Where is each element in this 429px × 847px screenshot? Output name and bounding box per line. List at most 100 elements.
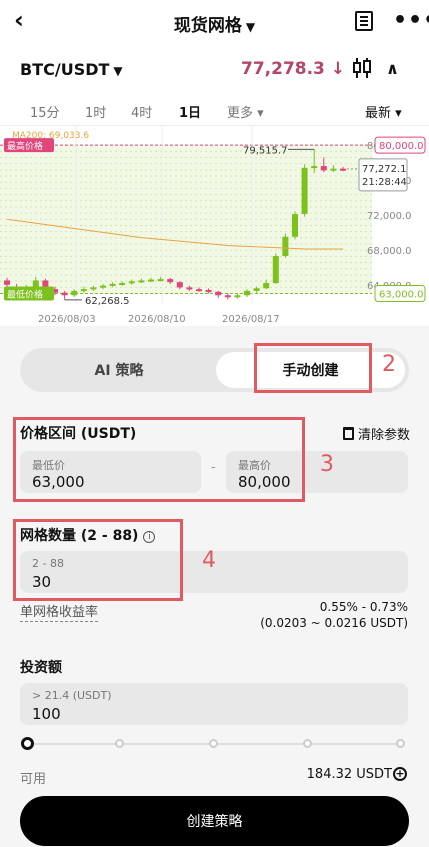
clear-params-button[interactable]: 清除参数 <box>343 424 410 443</box>
annotation-label-2: 2 <box>382 352 396 377</box>
latest-selector[interactable]: 最新 ▾ <box>365 102 402 121</box>
more-icon[interactable]: ••• <box>393 8 429 33</box>
max-price-placeholder: 最高价 <box>238 459 271 472</box>
x-tick-label: 2026/08/10 <box>128 314 186 325</box>
min-price-value: 63,000 <box>32 473 85 491</box>
y-tick-label: 72,000.0 <box>367 211 412 222</box>
price-down-arrow-icon: ↓ <box>330 59 346 79</box>
tab-more[interactable]: 更多 ▾ <box>227 102 264 121</box>
per-grid-yield-usdt: (0.0203 ~ 0.0216 USDT) <box>260 616 408 630</box>
tab-1d[interactable]: 1日 <box>179 102 201 121</box>
y-tick-label: 68,000.0 <box>367 246 412 257</box>
x-tick-label: 2026/08/17 <box>222 314 280 325</box>
create-strategy-button[interactable]: 创建策略 <box>20 796 409 846</box>
candle-body <box>205 290 212 293</box>
candle-body <box>157 279 164 282</box>
investment-placeholder: > 21.4 (USDT) <box>32 689 112 702</box>
timeframe-bar: 15分 1时 4时 1日 更多 ▾ 最新 ▾ <box>0 94 429 126</box>
top-bar: ‹ 现货网格▼ ••• <box>0 0 429 44</box>
peak-price-label: 79,515.7 <box>243 145 288 156</box>
max-price-value: 80,000 <box>238 473 291 491</box>
low-price-box-label: 63,000.0 <box>379 290 424 301</box>
pair-selector[interactable]: BTC/USDT ▼ <box>20 60 123 79</box>
candle-body <box>61 292 68 296</box>
candle-body <box>263 283 270 289</box>
candle-body <box>167 279 174 283</box>
slider-mark-75[interactable] <box>303 739 312 748</box>
investment-input[interactable]: > 21.4 (USDT) 100 <box>20 683 408 725</box>
range-separator: - <box>211 460 216 475</box>
book-icon[interactable] <box>355 11 373 31</box>
candle-body <box>71 290 78 296</box>
grid-count-title: 网格数量 (2 - 88) i <box>20 525 156 545</box>
candle-body <box>128 281 135 284</box>
grid-count-value: 30 <box>32 573 52 591</box>
candle-body <box>109 283 116 286</box>
min-price-input[interactable]: 最低价 63,000 <box>20 451 201 493</box>
candle-body <box>100 285 106 288</box>
annotation-label-4: 4 <box>202 548 216 573</box>
low-price-tag-label: 最低价格 <box>7 289 43 301</box>
candle-body <box>244 290 250 296</box>
candle-body <box>90 287 97 290</box>
candlestick-icon[interactable] <box>351 56 373 80</box>
per-grid-yield-pct: 0.55% - 0.73% <box>319 600 408 614</box>
collapse-chevron-icon[interactable]: ∧ <box>386 59 399 78</box>
candle-body <box>234 295 241 298</box>
candle-body <box>311 166 318 169</box>
available-value: 184.32 USDT <box>306 767 392 782</box>
price-range-title: 价格区间 (USDT) <box>20 426 137 442</box>
grid-count-placeholder: 2 - 88 <box>32 557 64 570</box>
candle-body <box>215 291 222 296</box>
candle-body <box>272 255 279 284</box>
strategy-tabs: AI 策略 手动创建 <box>20 348 409 392</box>
candle-body <box>320 166 327 171</box>
candle-body <box>330 168 337 171</box>
tab-ai-strategy[interactable]: AI 策略 <box>24 352 214 388</box>
pair-caret-icon: ▼ <box>113 64 123 78</box>
pair-bar: BTC/USDT ▼ 77,278.3 ↓ ∧ <box>0 44 429 94</box>
tab-manual-create[interactable]: 手动创建 <box>216 352 405 388</box>
slider-mark-50[interactable] <box>209 739 218 748</box>
x-tick-label: 2026/08/03 <box>38 314 96 325</box>
investment-value: 100 <box>32 705 61 723</box>
page-title-text: 现货网格 <box>173 16 242 36</box>
candle-body <box>301 167 308 215</box>
investment-slider-handle[interactable] <box>21 737 34 750</box>
last-price-value: 77,278.3 <box>241 59 325 79</box>
tab-1h[interactable]: 1时 <box>85 102 106 121</box>
high-price-tag-label: 最高价格 <box>7 140 43 152</box>
info-icon[interactable]: i <box>143 531 156 543</box>
clear-params-label: 清除参数 <box>358 428 411 443</box>
candle-body <box>176 282 183 288</box>
min-price-placeholder: 最低价 <box>32 459 65 472</box>
pair-symbol: BTC/USDT <box>20 60 110 79</box>
per-grid-yield-label[interactable]: 单网格收益率 <box>20 601 99 622</box>
candle-body <box>196 289 202 292</box>
candle-body <box>4 280 10 285</box>
tab-15m[interactable]: 15分 <box>30 102 60 121</box>
title-caret-icon: ▼ <box>245 20 256 34</box>
current-price-label: 77,272.1 <box>362 164 407 175</box>
candle-body <box>340 168 346 171</box>
candle-body <box>186 287 193 290</box>
candle-body <box>224 295 231 298</box>
candle-body <box>292 214 298 237</box>
trough-price-label: 62,268.5 <box>85 296 130 307</box>
tab-4h[interactable]: 4时 <box>131 102 152 121</box>
slider-mark-100[interactable] <box>396 739 405 748</box>
chart-canvas: 80,000.076,000.072,000.068,000.064,000.0… <box>0 126 426 325</box>
candle-body <box>138 280 145 283</box>
slider-mark-25[interactable] <box>115 739 124 748</box>
investment-title: 投资额 <box>20 660 62 676</box>
max-price-input[interactable]: 最高价 80,000 <box>226 451 408 493</box>
candlestick-chart[interactable]: 80,000.076,000.072,000.068,000.064,000.0… <box>0 126 429 326</box>
high-price-box-label: 80,000.0 <box>379 141 424 152</box>
grid-count-title-text: 网格数量 (2 - 88) <box>20 528 139 544</box>
candle-body <box>253 288 260 291</box>
candle-body <box>119 283 126 286</box>
trash-icon <box>343 427 354 440</box>
plus-icon[interactable]: + <box>393 767 407 781</box>
annotation-label-3: 3 <box>320 452 334 477</box>
candle-body <box>282 236 289 256</box>
